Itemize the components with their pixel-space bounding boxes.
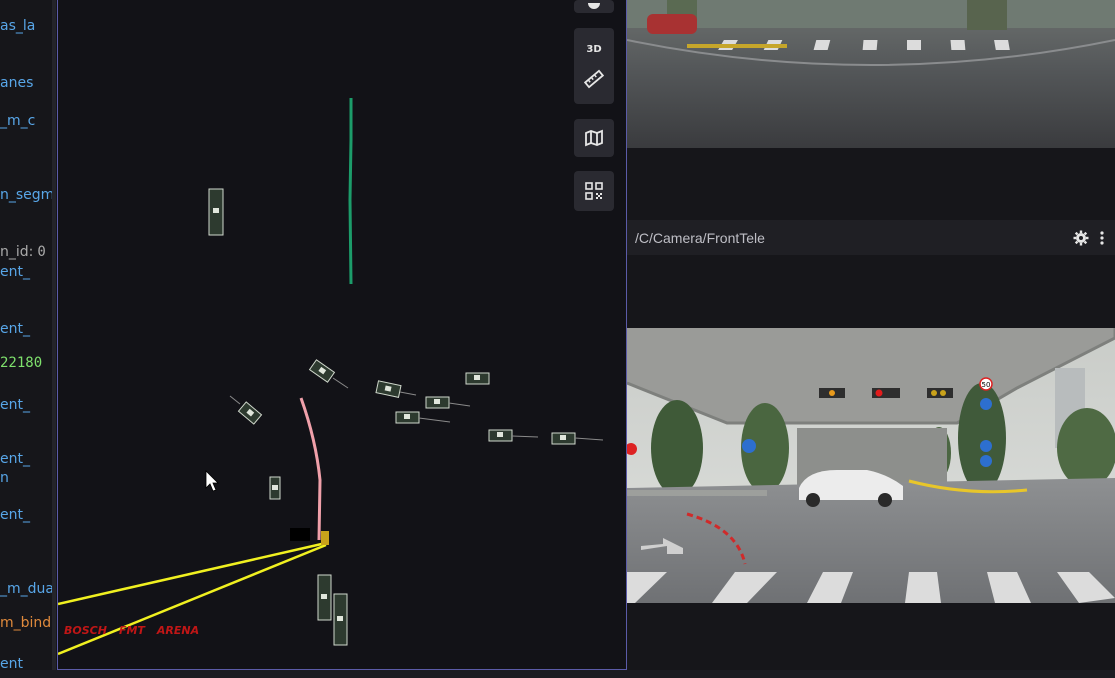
tree-item-label[interactable]: ent_ [0,321,30,337]
tree-item-text: 22180 [0,355,43,371]
ruler-icon[interactable] [584,69,604,89]
tree-item-label[interactable]: _m_c [0,113,35,129]
map-icon [585,129,603,147]
more-options-icon[interactable] [1099,230,1105,246]
vehicle-box[interactable] [425,396,450,409]
tree-item-label[interactable]: n [0,470,9,486]
vehicle-box[interactable] [395,411,420,424]
lane-line-green [348,98,353,285]
gear-icon[interactable] [1073,230,1089,246]
vehicle-box[interactable] [208,188,224,236]
circle-icon [588,2,600,9]
tree-item-label[interactable]: n_segme [0,187,52,203]
tree-item-label[interactable]: m_bindi [0,615,52,631]
tree-item-text: n_segme [0,187,52,203]
tree-item-text: as_la [0,18,36,34]
yellow-boundary-line-2 [58,543,327,656]
vehicle-box[interactable] [488,429,513,442]
tree-item-label[interactable]: 22180 [0,355,42,371]
top-camera-image[interactable] [627,0,1115,148]
bottom-status-bar [0,670,1115,678]
vehicle-box[interactable] [317,574,332,621]
tree-item-value: 0 [37,244,46,260]
sponsor-logo-arena: ARENA [156,624,200,637]
ego-label-background [290,528,310,541]
vehicle-box[interactable] [333,593,348,646]
vehicle-box[interactable] [237,401,263,425]
vehicle-box[interactable] [465,372,490,385]
3d-scene[interactable] [58,0,626,669]
tree-item-text: ent_ [0,397,30,413]
tree-item-text: anes [0,75,34,91]
3d-ruler-button-group: 3D [574,28,614,104]
speed-limit-sign: 50 [982,381,991,389]
qr-code-icon [585,182,603,200]
vehicle-box[interactable] [375,380,402,398]
sponsor-logo-bosch: BOSCH [64,624,107,637]
tree-item-label[interactable]: ent_ [0,264,30,280]
tree-item-text: ent_ [0,507,30,523]
vehicle-box[interactable] [269,476,281,500]
mouse-cursor-icon [205,470,219,492]
tree-item-text: n [0,470,9,486]
yellow-boundary-line-1 [58,541,327,606]
panel-splitter[interactable] [52,0,56,678]
tree-item-label[interactable]: _m_dua [0,581,52,597]
tree-item-label[interactable]: ent_ [0,397,30,413]
velocity-trails [229,377,604,441]
tree-item-text: _m_dua [0,581,52,597]
sponsor-logo-fmt: FMT [118,624,145,637]
3d-mode-toggle[interactable]: 3D [586,44,601,55]
3d-view-panel[interactable]: 3D BOSCH FMT ARENA [57,0,627,670]
tree-item-label[interactable]: as_la [0,18,35,34]
planned-trajectory [299,397,322,541]
tree-item-text: m_bindi [0,615,52,631]
tree-item-text: ent_ [0,264,30,280]
vehicle-box[interactable] [308,359,336,383]
tree-item-text: ent_ [0,321,30,337]
tree-item-label[interactable]: n_id: 0 [0,244,46,260]
map-button[interactable] [574,119,614,157]
toolbar-button-partial[interactable] [574,0,614,13]
camera-panels: /C/Camera/FrontTele 50 [627,0,1115,678]
vehicle-box[interactable] [551,432,576,445]
qr-button[interactable] [574,171,614,211]
topic-tree-panel: as_laanes _m_c n_segme n_id:0 ent_ ent_ 22180 e… [0,0,52,678]
tree-item-text: _m_c [0,113,36,129]
ego-vehicle-marker[interactable] [321,531,329,545]
tree-item-label[interactable]: anes [0,75,33,91]
sponsor-logos: BOSCH FMT ARENA [64,624,199,637]
tree-item-text: ent_ [0,451,30,467]
tree-item-text: n_id: [0,244,34,260]
front-tele-camera-image[interactable]: 50 [627,328,1115,603]
camera-panel-header: /C/Camera/FrontTele [627,220,1115,255]
tree-item-label[interactable]: ent_ [0,507,30,523]
tree-item-label[interactable]: ent_ [0,451,30,467]
camera-topic-title[interactable]: /C/Camera/FrontTele [635,230,765,246]
